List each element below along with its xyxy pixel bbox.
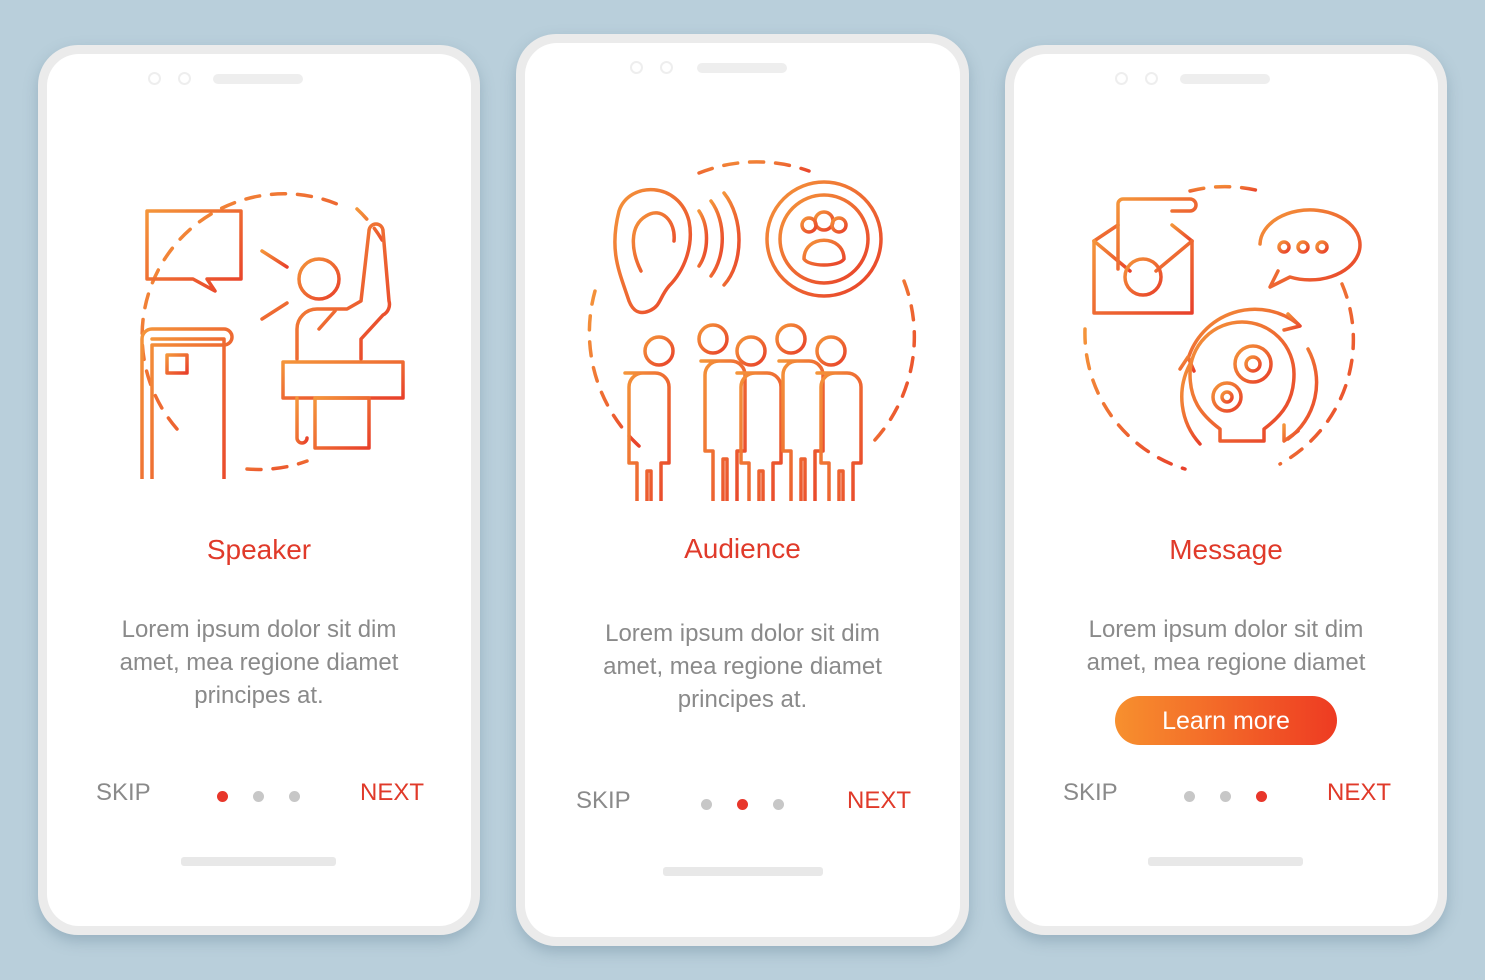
skip-button[interactable]: SKIP [1063,779,1118,807]
skip-button[interactable]: SKIP [96,779,151,807]
home-indicator [1148,857,1303,866]
message-idea-icon [1083,184,1362,471]
screen-description: Lorem ipsum dolor sit dim amet, mea regi… [1086,616,1366,676]
screen-title: Message [1169,534,1283,565]
page-dot-1[interactable] [217,791,228,802]
home-indicator [663,867,823,876]
next-button[interactable]: NEXT [847,787,911,815]
next-button[interactable]: NEXT [360,779,424,807]
speaker-grille [1180,74,1270,84]
page-dot-1[interactable] [1184,791,1195,802]
page-dot-3[interactable] [289,791,300,802]
skip-button[interactable]: SKIP [576,787,631,815]
screen-title: Audience [684,533,801,564]
page-indicator [701,799,784,810]
phone-screen-speaker: Speaker Lorem ipsum dolor sit dim amet, … [38,45,480,935]
phone-display: Message Lorem ipsum dolor sit dim amet, … [1014,54,1438,926]
phone-display: Speaker Lorem ipsum dolor sit dim amet, … [47,54,471,926]
camera-icon [1145,72,1158,85]
next-button[interactable]: NEXT [1327,779,1391,807]
camera-icon [178,72,191,85]
phone-screen-audience: Audience Lorem ipsum dolor sit dim amet,… [516,34,969,946]
phone-display: Audience Lorem ipsum dolor sit dim amet,… [525,43,960,937]
camera-icon [660,61,673,74]
learn-more-button[interactable]: Learn more [1115,696,1337,745]
page-dot-3[interactable] [1256,791,1267,802]
speaker-at-podium-icon [140,192,405,479]
camera-icon [630,61,643,74]
page-dot-2[interactable] [253,791,264,802]
speaker-grille [213,74,303,84]
page-dot-3[interactable] [773,799,784,810]
camera-icon [1115,72,1128,85]
page-indicator [1184,791,1267,802]
screen-description: Lorem ipsum dolor sit dim amet, mea regi… [603,620,882,713]
page-dot-2[interactable] [1220,791,1231,802]
screen-title: Speaker [206,534,312,565]
audience-target-icon [587,160,917,501]
page-dot-1[interactable] [701,799,712,810]
page-dot-2[interactable] [737,799,748,810]
camera-icon [148,72,161,85]
page-indicator [217,791,300,802]
screen-description: Lorem ipsum dolor sit dim amet, mea regi… [119,616,399,709]
home-indicator [181,857,336,866]
speaker-grille [697,63,787,73]
phone-screen-message: Message Lorem ipsum dolor sit dim amet, … [1005,45,1447,935]
